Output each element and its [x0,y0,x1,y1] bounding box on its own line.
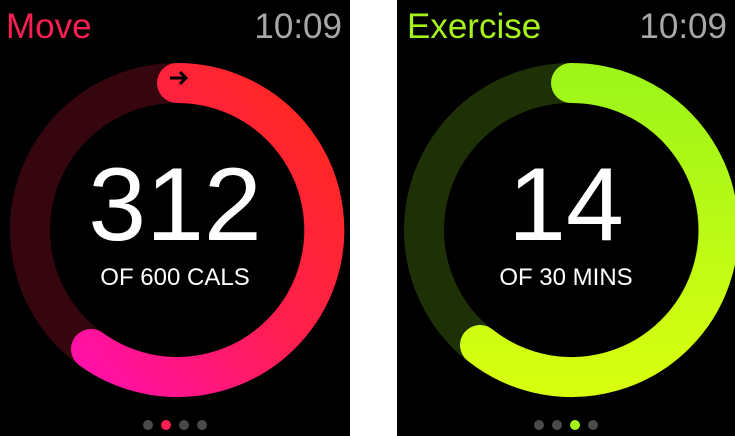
page-dot [143,420,153,430]
page-indicator [397,420,735,430]
move-goal: OF 600 CALS [100,264,250,291]
move-screen: Move 10:09 312 OF 600 CALS [0,0,350,436]
exercise-screen: Exercise 10:09 14 OF 30 MINS [397,0,735,436]
page-dot [534,420,544,430]
page-dot [552,420,562,430]
page-dot [588,420,598,430]
exercise-goal: OF 30 MINS [499,264,633,291]
page-dot [179,420,189,430]
move-value: 312 [88,147,262,263]
page-dot-active [161,420,171,430]
exercise-value: 14 [508,147,624,263]
page-dot-active [570,420,580,430]
page-indicator [0,420,350,430]
page-dot [197,420,207,430]
